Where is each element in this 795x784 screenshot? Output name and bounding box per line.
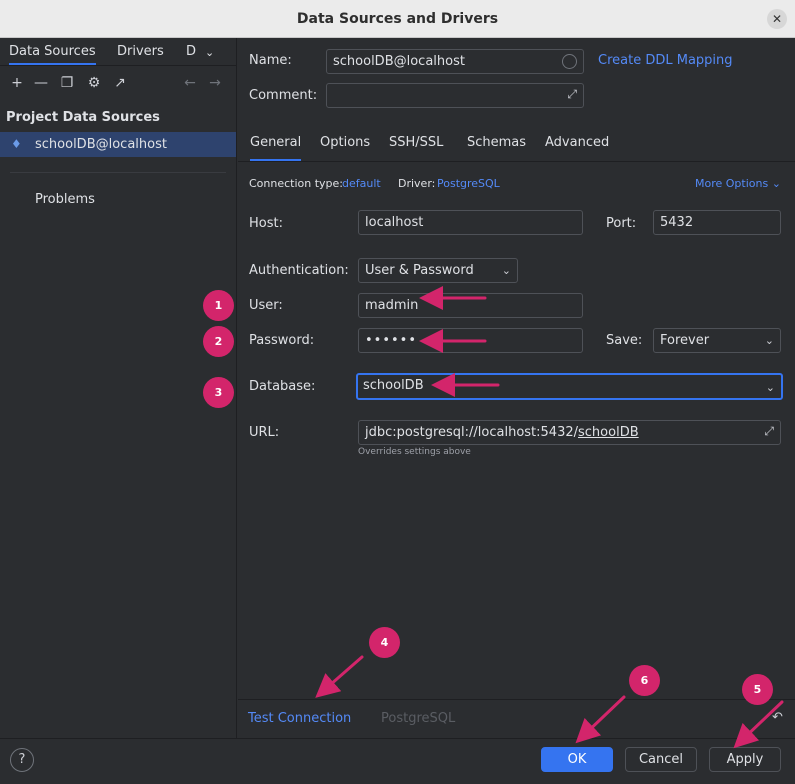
name-value: schoolDB@localhost xyxy=(333,54,465,69)
export-icon[interactable]: ↗ xyxy=(112,75,128,91)
port-input[interactable]: 5432 xyxy=(653,210,781,235)
remove-icon[interactable]: — xyxy=(33,75,49,91)
chevron-down-icon: ⌄ xyxy=(764,334,774,347)
tab-data-sources[interactable]: Data Sources xyxy=(9,44,96,65)
close-icon[interactable]: ✕ xyxy=(767,9,787,29)
database-value: schoolDB xyxy=(363,378,424,393)
left-panel: Data Sources Drivers D ⌄ + — ❐ ⚙ ↗ ← → P… xyxy=(0,38,237,738)
user-input[interactable]: madmin xyxy=(358,293,583,318)
tab-ssh-ssl[interactable]: SSH/SSL xyxy=(389,135,443,150)
datasource-item[interactable]: ♦ schoolDB@localhost xyxy=(0,132,236,157)
project-data-sources-heading: Project Data Sources xyxy=(6,110,160,125)
step-badge-4: 4 xyxy=(369,627,400,658)
cancel-button[interactable]: Cancel xyxy=(625,747,697,772)
host-label: Host: xyxy=(249,216,283,231)
problems-item[interactable]: Problems xyxy=(35,192,95,207)
right-panel: Name: schoolDB@localhost Create DDL Mapp… xyxy=(238,38,795,738)
title-bar: Data Sources and Drivers ✕ xyxy=(0,0,795,38)
authentication-select[interactable]: User & Password ⌄ xyxy=(358,258,518,283)
driver-link[interactable]: PostgreSQL xyxy=(437,177,500,190)
help-icon[interactable]: ? xyxy=(10,748,34,772)
expand-icon[interactable]: ⤢ xyxy=(764,423,774,440)
color-circle-icon[interactable] xyxy=(562,54,577,69)
expand-icon[interactable]: ⤢ xyxy=(567,86,577,103)
comment-input[interactable]: ⤢ xyxy=(326,83,584,108)
save-label: Save: xyxy=(606,333,643,348)
tab-more[interactable]: D xyxy=(186,44,196,59)
config-tabs: General Options SSH/SSL Schemas Advanced xyxy=(238,126,795,162)
tab-advanced[interactable]: Advanced xyxy=(545,135,609,150)
ok-button[interactable]: OK xyxy=(541,747,613,772)
forward-arrow-icon[interactable]: → xyxy=(207,75,223,91)
user-label: User: xyxy=(249,298,283,313)
add-icon[interactable]: + xyxy=(9,75,25,91)
datasource-label: schoolDB@localhost xyxy=(35,137,167,152)
tab-schemas[interactable]: Schemas xyxy=(467,135,526,150)
more-options-link[interactable]: More Options ⌄ xyxy=(695,177,781,190)
step-badge-2: 2 xyxy=(203,326,234,357)
save-value: Forever xyxy=(660,333,710,348)
name-input[interactable]: schoolDB@localhost xyxy=(326,49,584,74)
bottom-bar: Test Connection PostgreSQL ↶ xyxy=(238,699,795,738)
url-hint: Overrides settings above xyxy=(358,447,471,457)
url-database: schoolDB xyxy=(578,425,639,440)
authentication-label: Authentication: xyxy=(249,263,349,278)
tab-options[interactable]: Options xyxy=(320,135,370,150)
tab-drivers[interactable]: Drivers xyxy=(117,44,164,59)
step-badge-5: 5 xyxy=(742,674,773,705)
back-arrow-icon[interactable]: ← xyxy=(182,75,198,91)
duplicate-icon[interactable]: ❐ xyxy=(59,75,75,91)
url-label: URL: xyxy=(249,425,280,440)
chevron-down-icon: ⌄ xyxy=(765,381,775,394)
database-select[interactable]: schoolDB ⌄ xyxy=(356,373,783,400)
gear-icon[interactable]: ⚙ xyxy=(86,75,102,91)
window-title: Data Sources and Drivers xyxy=(296,11,499,27)
port-label: Port: xyxy=(606,216,637,231)
step-badge-3: 3 xyxy=(203,377,234,408)
test-connection-link[interactable]: Test Connection xyxy=(248,711,351,726)
tab-general[interactable]: General xyxy=(250,135,302,161)
left-toolbar: + — ❐ ⚙ ↗ ← → xyxy=(0,66,237,100)
connection-type-link[interactable]: default xyxy=(342,177,381,190)
step-badge-1: 1 xyxy=(203,290,234,321)
database-label: Database: xyxy=(249,379,316,394)
revert-icon[interactable]: ↶ xyxy=(772,710,783,725)
password-label: Password: xyxy=(249,333,315,348)
driver-name-label: PostgreSQL xyxy=(381,711,456,726)
authentication-value: User & Password xyxy=(365,263,474,278)
driver-label: Driver: xyxy=(398,177,436,190)
name-label: Name: xyxy=(249,53,292,68)
divider xyxy=(10,172,226,173)
create-ddl-mapping-link[interactable]: Create DDL Mapping xyxy=(598,53,733,68)
left-tabs: Data Sources Drivers D ⌄ xyxy=(0,38,237,66)
step-badge-6: 6 xyxy=(629,665,660,696)
save-select[interactable]: Forever ⌄ xyxy=(653,328,781,353)
comment-label: Comment: xyxy=(249,88,318,103)
chevron-down-icon: ⌄ xyxy=(501,264,511,277)
host-input[interactable]: localhost xyxy=(358,210,583,235)
chevron-down-icon[interactable]: ⌄ xyxy=(205,46,214,59)
dialog-footer: ? OK Cancel Apply xyxy=(0,738,795,784)
url-input[interactable]: jdbc:postgresql://localhost:5432/schoolD… xyxy=(358,420,781,445)
apply-button[interactable]: Apply xyxy=(709,747,781,772)
connection-type-label: Connection type: xyxy=(249,177,344,190)
postgresql-icon: ♦ xyxy=(11,137,22,151)
password-input[interactable]: •••••• xyxy=(358,328,583,353)
url-prefix: jdbc:postgresql://localhost:5432/ xyxy=(365,425,579,440)
